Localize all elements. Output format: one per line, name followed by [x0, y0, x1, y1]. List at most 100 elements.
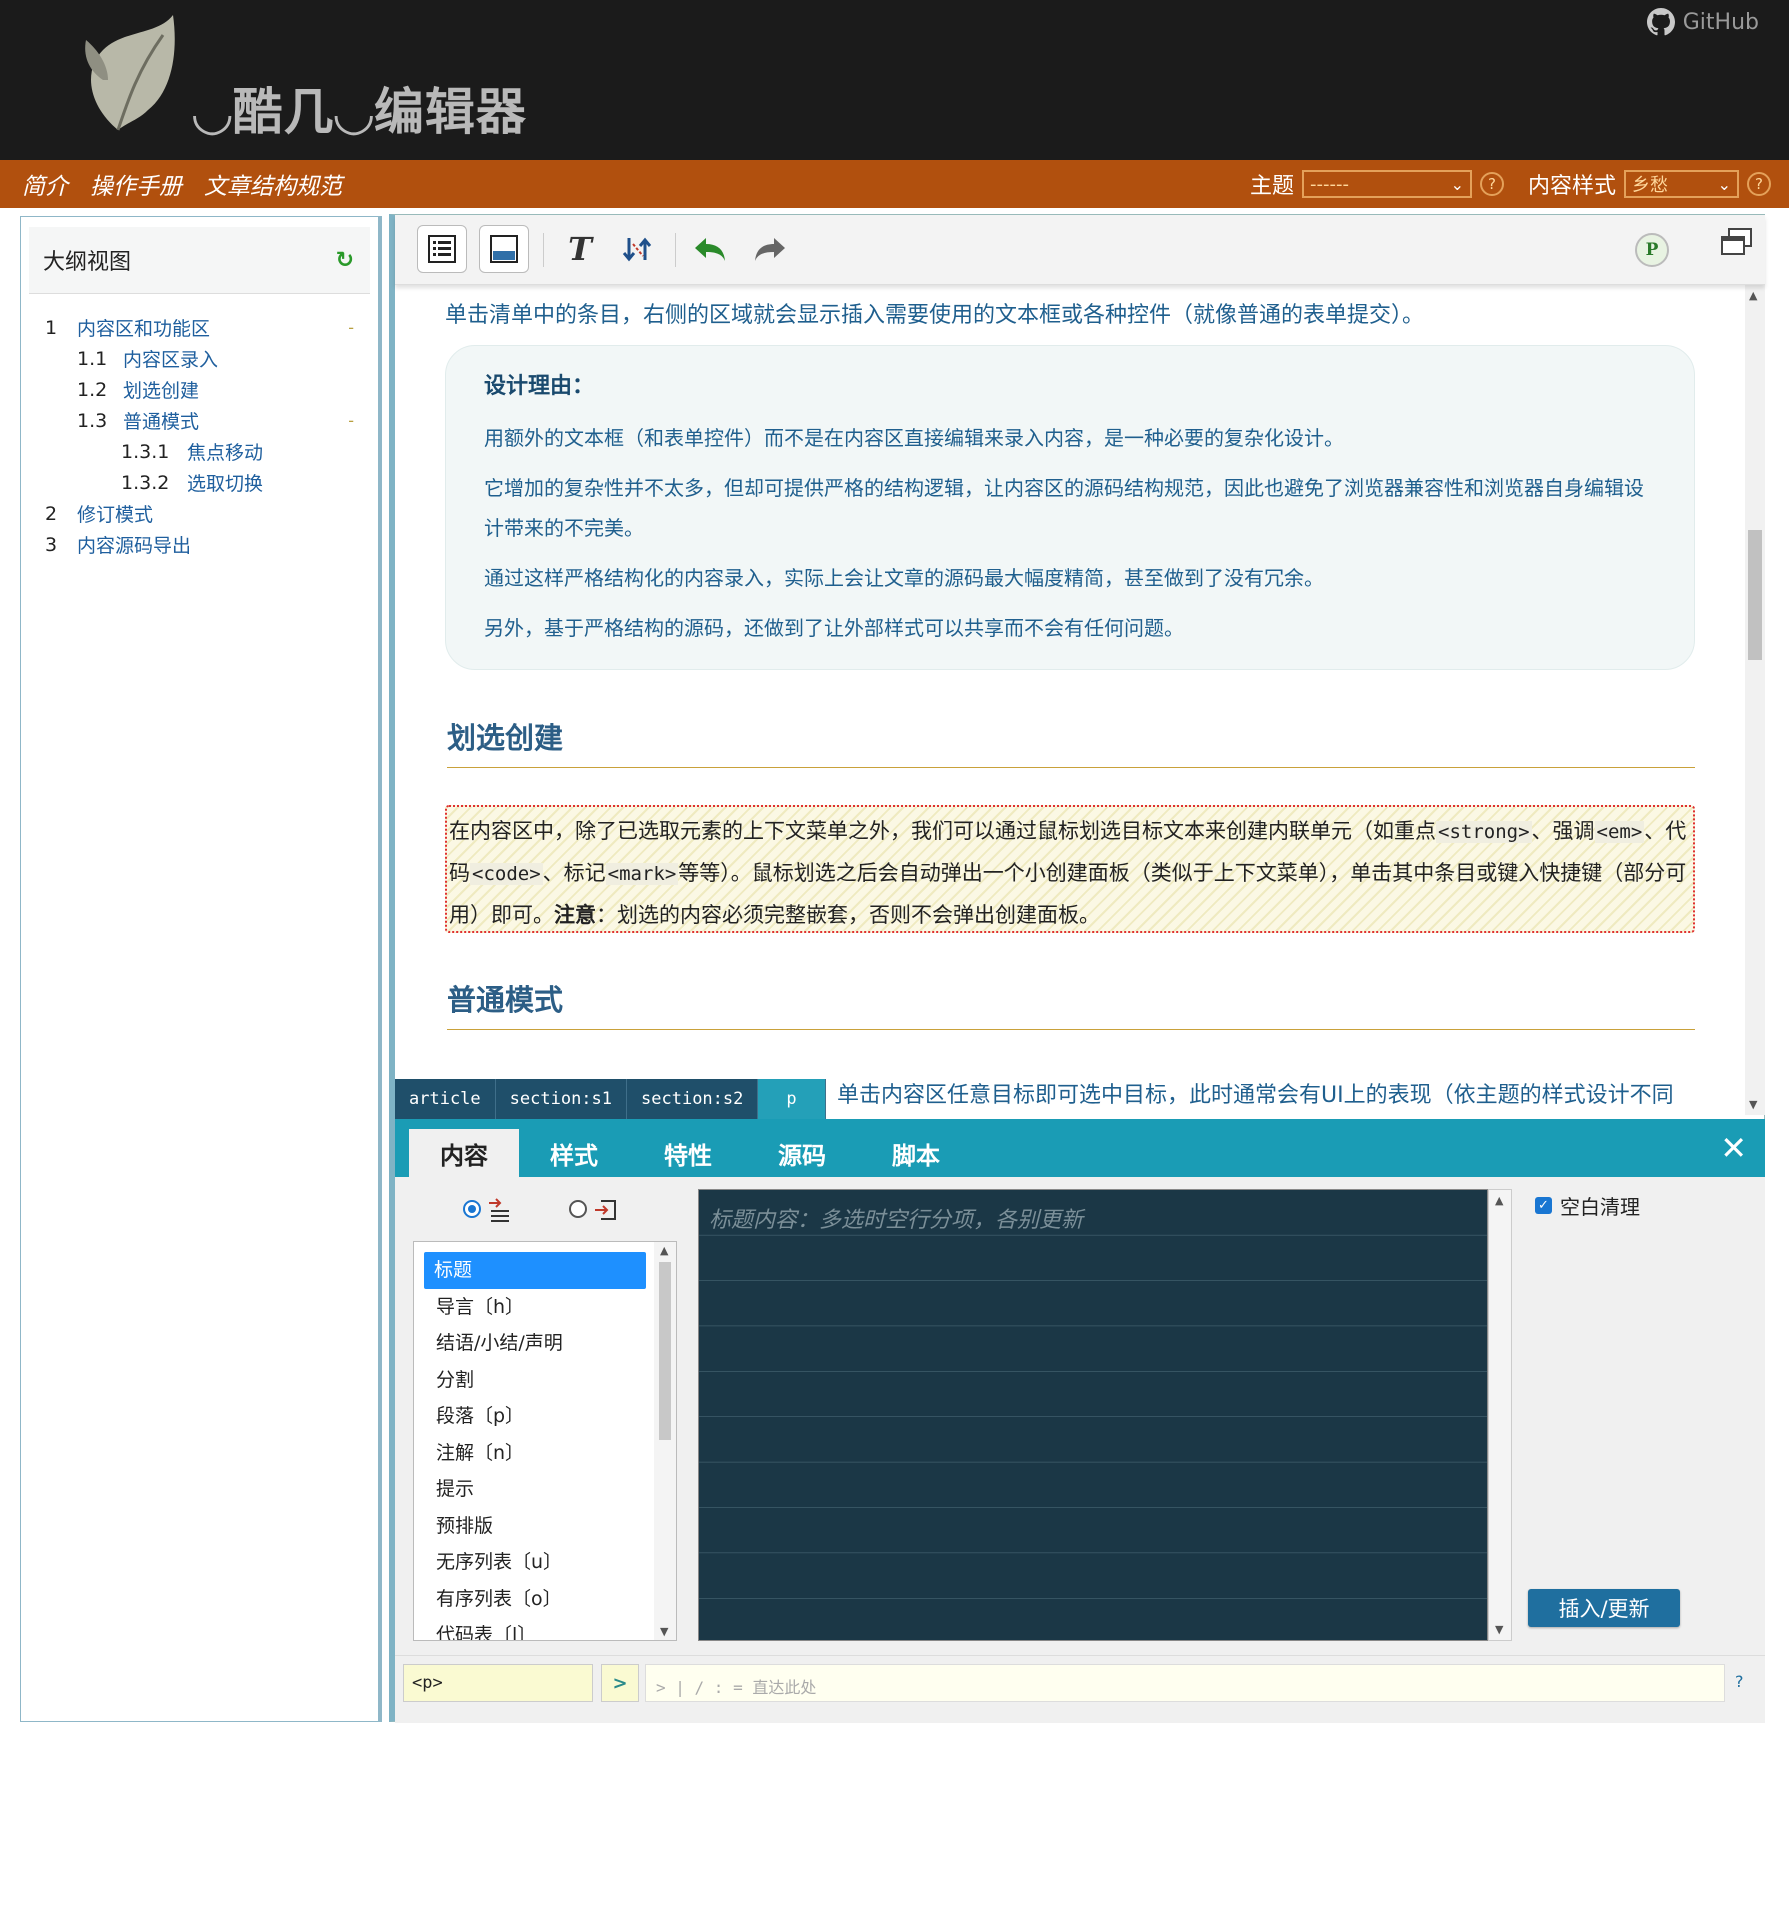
inline-code: <code> — [470, 863, 543, 885]
whitespace-clean-checkbox[interactable]: ✓ — [1535, 1197, 1552, 1214]
outline-item-number: 1.1 — [77, 347, 108, 370]
list-item[interactable]: 无序列表〔u〕 — [424, 1544, 646, 1581]
outline-item-number: 1.3.1 — [121, 440, 170, 463]
intro-paragraph[interactable]: 单击清单中的条目，右侧的区域就会显示插入需要使用的文本框或各种控件（就像普通的表… — [445, 297, 1424, 329]
partial-paragraph[interactable]: 单击内容区任意目标即可选中目标，此时通常会有UI上的表现（依主题的样式设计不同 — [837, 1077, 1674, 1109]
command-input[interactable]: > | / : = 直达此处 — [645, 1664, 1725, 1702]
outline-item[interactable]: 1 内容区和功能区 - — [21, 312, 378, 343]
outline-view-icon[interactable] — [417, 225, 467, 273]
scroll-down-icon[interactable]: ▼ — [660, 1625, 668, 1638]
list-item[interactable]: 段落〔p〕 — [424, 1398, 646, 1435]
textarea-scrollbar[interactable]: ▲ ▼ — [1488, 1189, 1512, 1641]
section-heading-select-create[interactable]: 划选创建 — [447, 715, 1695, 768]
outline-item-label: 内容源码导出 — [77, 535, 192, 557]
crumb-section-s2[interactable]: section:s2 — [627, 1079, 759, 1119]
outline-item-number: 2 — [45, 502, 58, 525]
tab-style[interactable]: 样式 — [519, 1129, 629, 1177]
element-path-breadcrumb: article section:s1 section:s2 p — [395, 1079, 826, 1119]
list-item[interactable]: 导言〔h〕 — [424, 1289, 646, 1326]
close-icon[interactable]: ✕ — [1720, 1129, 1747, 1167]
github-link[interactable]: GitHub — [1646, 8, 1759, 36]
outline-item[interactable]: 1.3.1 焦点移动 — [21, 436, 378, 467]
scroll-up-icon[interactable]: ▲ — [660, 1244, 668, 1257]
collapse-toggle[interactable]: - — [348, 318, 354, 337]
tab-source[interactable]: 源码 — [747, 1129, 857, 1177]
undo-icon[interactable] — [685, 225, 735, 273]
swap-icon[interactable] — [613, 225, 663, 273]
inline-code: <strong> — [1436, 821, 1532, 843]
split-view-icon[interactable] — [479, 225, 529, 273]
list-item[interactable]: 注解〔n〕 — [424, 1435, 646, 1472]
outline-item-number: 1.3 — [77, 409, 108, 432]
nav-settings: 主题 ------ ⌄ ? 内容样式 乡愁 ⌄ ? — [1250, 160, 1771, 208]
current-tag-field[interactable]: <p> — [403, 1664, 593, 1702]
theme-select-value: ------ — [1309, 173, 1349, 195]
tab-script[interactable]: 脚本 — [861, 1129, 971, 1177]
list-item[interactable]: 分割 — [424, 1362, 646, 1399]
github-label: GitHub — [1682, 9, 1759, 35]
scroll-thumb[interactable] — [1748, 530, 1762, 660]
outline-item[interactable]: 1.3 普通模式 - — [21, 405, 378, 436]
crumb-article[interactable]: article — [395, 1079, 496, 1119]
chevron-down-icon: ⌄ — [1450, 174, 1464, 194]
main-nav: 简介 操作手册 文章结构规范 主题 ------ ⌄ ? 内容样式 乡愁 ⌄ ? — [0, 160, 1789, 208]
outline-item[interactable]: 1.3.2 选取切换 — [21, 467, 378, 498]
theme-select[interactable]: ------ ⌄ — [1301, 170, 1472, 198]
toolbar-separator — [675, 233, 676, 267]
list-item[interactable]: 结语/小结/声明 — [424, 1325, 646, 1362]
tab-attributes[interactable]: 特性 — [633, 1129, 743, 1177]
outline-item[interactable]: 1.2 划选创建 — [21, 374, 378, 405]
content-style-help-icon[interactable]: ? — [1747, 172, 1771, 196]
content-textarea[interactable]: 标题内容：多选时空行分项，各别更新 — [698, 1189, 1488, 1641]
outline-item[interactable]: 3 内容源码导出 — [21, 529, 378, 560]
outline-item[interactable]: 1.1 内容区录入 — [21, 343, 378, 374]
type-list-scrollbar[interactable]: ▲ ▼ — [654, 1242, 676, 1640]
whitespace-clean-option[interactable]: ✓ 空白清理 — [1535, 1191, 1640, 1220]
refresh-icon[interactable]: ↻ — [336, 248, 354, 273]
list-item[interactable]: 有序列表〔o〕 — [424, 1581, 646, 1618]
insert-before-radio[interactable] — [463, 1200, 481, 1218]
textarea-placeholder: 标题内容：多选时空行分项，各别更新 — [709, 1208, 1084, 1233]
section-heading-normal-mode[interactable]: 普通模式 — [447, 977, 1695, 1030]
list-item[interactable]: 提示 — [424, 1471, 646, 1508]
content-style-select[interactable]: 乡愁 ⌄ — [1624, 170, 1739, 198]
scroll-down-icon[interactable]: ▼ — [1749, 1098, 1757, 1111]
content-scrollbar[interactable]: ▲ ▼ — [1745, 285, 1765, 1115]
scroll-down-icon[interactable]: ▼ — [1495, 1623, 1503, 1636]
nav-link-manual[interactable]: 操作手册 — [90, 167, 182, 201]
selected-paragraph[interactable]: 在内容区中，除了已选取元素的上下文菜单之外，我们可以通过鼠标划选目标文本来创建内… — [445, 805, 1695, 933]
element-type-list[interactable]: 标题 导言〔h〕 结语/小结/声明 分割 段落〔p〕 注解〔n〕 提示 预排版 … — [413, 1241, 677, 1641]
editor-frame: T P 单击清单中的条目，右侧的区域就会显示插入需要使用的文本框或各种控件（就像… — [389, 214, 1765, 1723]
nav-link-spec[interactable]: 文章结构规范 — [204, 167, 342, 201]
list-item[interactable]: 标题 — [424, 1252, 646, 1289]
paragraph-text: 、强调 — [1531, 819, 1595, 843]
window-icon[interactable] — [1720, 227, 1754, 263]
scroll-thumb[interactable] — [659, 1262, 671, 1440]
text-format-icon[interactable]: T — [555, 225, 605, 273]
scroll-up-icon[interactable]: ▲ — [1495, 1194, 1503, 1207]
content-style-value: 乡愁 — [1632, 175, 1668, 196]
insert-inside-radio[interactable] — [569, 1200, 587, 1218]
redo-icon[interactable] — [745, 225, 795, 273]
tab-content[interactable]: 内容 — [409, 1129, 519, 1177]
command-help-icon[interactable]: ? — [1735, 1672, 1744, 1691]
insert-inside-icon — [595, 1200, 616, 1220]
property-panel-tabs: 内容 样式 特性 源码 脚本 ✕ — [395, 1119, 1765, 1177]
outline-list: 1 内容区和功能区 - 1.1 内容区录入 1.2 划选创建 1.3 普通模式 … — [21, 294, 378, 560]
insert-update-button[interactable]: 插入/更新 — [1528, 1589, 1680, 1627]
nav-link-intro[interactable]: 简介 — [22, 167, 68, 201]
paragraph-text: 在内容区中，除了已选取元素的上下文菜单之外，我们可以通过鼠标划选目标文本来创建内… — [449, 819, 1436, 843]
crumb-section-s1[interactable]: section:s1 — [495, 1079, 628, 1119]
outline-item-number: 3 — [45, 533, 58, 556]
collapse-toggle[interactable]: - — [348, 411, 354, 430]
crumb-p[interactable]: p — [758, 1079, 826, 1119]
list-item[interactable]: 代码表〔l〕 — [424, 1617, 646, 1640]
toolbar-separator — [543, 233, 544, 267]
outline-item[interactable]: 2 修订模式 — [21, 498, 378, 529]
list-item[interactable]: 预排版 — [424, 1508, 646, 1545]
command-go-button[interactable]: > — [601, 1664, 639, 1702]
theme-help-icon[interactable]: ? — [1479, 172, 1504, 196]
scroll-up-icon[interactable]: ▲ — [1749, 289, 1757, 302]
p-mode-badge[interactable]: P — [1635, 233, 1669, 267]
design-note-box[interactable]: 设计理由： 用额外的文本框（和表单控件）而不是在内容区直接编辑来录入内容，是一种… — [445, 345, 1695, 670]
